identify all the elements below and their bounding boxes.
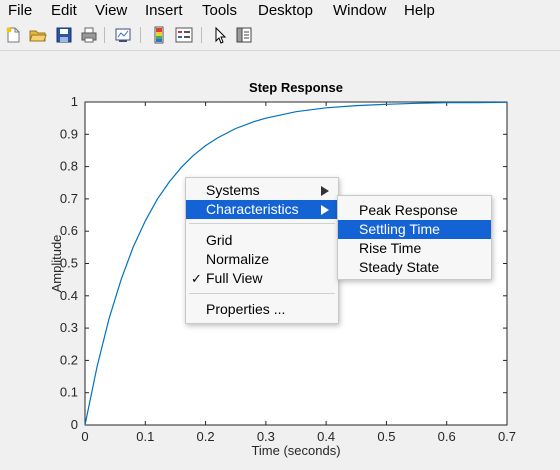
x-tick-label: 0 [81,429,88,444]
x-tick-label: 0.1 [136,429,154,444]
chart-title: Step Response [249,80,343,95]
y-tick-label: 0.8 [60,159,78,174]
submenu-item-label: Steady State [359,259,440,275]
save-icon[interactable] [55,26,73,44]
menu-bar: File Edit View Insert Tools Desktop Wind… [0,0,560,22]
y-tick-label: 0.9 [60,126,78,141]
submenu-item-settling-time[interactable]: Settling Time [338,220,491,239]
figure-area: 0 0.1 0.2 0.3 0.4 0.5 0.6 0.7 0 0.1 0.2 0.3 0.4 0.5 0.… [0,51,560,470]
y-tick-label: 0.2 [60,352,78,367]
submenu-item-label: Peak Response [359,202,458,218]
menu-edit[interactable]: Edit [51,2,77,19]
x-tick-label: 0.5 [377,429,395,444]
menu-item-label: Properties ... [206,301,286,317]
x-tick-label: 0.7 [498,429,516,444]
menu-item-normalize[interactable]: Normalize [186,250,338,269]
x-tick-label: 0.6 [438,429,456,444]
menu-item-characteristics[interactable]: Characteristics [186,200,338,219]
y-tick-label: 0 [71,417,78,432]
x-tick-label: 0.4 [317,429,335,444]
insert-colorbar-icon[interactable] [150,26,168,44]
y-tick-label: 0.1 [60,385,78,400]
y-axis-label: Amplitude [49,235,64,293]
menu-divider [189,223,335,224]
menu-desktop[interactable]: Desktop [258,2,313,19]
menu-divider [189,293,335,294]
toolbar-separator [201,27,202,43]
menu-tools[interactable]: Tools [202,2,237,19]
menu-item-label: Characteristics [206,201,299,217]
property-inspector-icon[interactable] [235,26,253,44]
characteristics-submenu: Peak Response Settling Time Rise Time St… [337,195,492,280]
check-icon: ✓ [191,271,202,286]
menu-item-label: Systems [206,182,260,198]
print-icon[interactable] [80,26,98,44]
submenu-item-steady-state[interactable]: Steady State [338,258,491,277]
menu-item-label: Grid [206,232,233,248]
submenu-item-label: Rise Time [359,240,422,256]
new-figure-icon[interactable] [4,26,22,44]
submenu-arrow-icon [321,205,329,215]
toolbar-separator [140,27,141,43]
link-plot-icon[interactable] [114,26,132,44]
menu-item-systems[interactable]: Systems [186,181,338,200]
open-file-icon[interactable] [29,26,47,44]
x-axis-label: Time (seconds) [251,443,340,458]
menu-item-label: Normalize [206,251,270,267]
insert-legend-icon[interactable] [175,26,193,44]
menu-file[interactable]: File [8,2,32,19]
menu-item-grid[interactable]: Grid [186,231,338,250]
context-menu: Systems Characteristics Grid Normalize ✓… [185,177,339,324]
menu-insert[interactable]: Insert [145,2,183,19]
submenu-item-rise-time[interactable]: Rise Time [338,239,491,258]
submenu-arrow-icon [321,186,329,196]
submenu-item-label: Settling Time [359,221,440,237]
x-tick-label: 0.3 [257,429,275,444]
toolbar-separator [104,27,105,43]
menu-item-full-view[interactable]: ✓ Full View [186,269,338,288]
menu-item-label: Full View [206,270,263,286]
edit-plot-icon[interactable] [211,26,229,44]
toolbar [0,22,560,51]
menu-window[interactable]: Window [333,2,386,19]
x-tick-label: 0.2 [197,429,215,444]
menu-item-properties[interactable]: Properties ... [186,300,338,319]
y-tick-label: 0.7 [60,191,78,206]
submenu-item-peak-response[interactable]: Peak Response [338,201,491,220]
menu-help[interactable]: Help [404,2,435,19]
y-tick-label: 0.3 [60,320,78,335]
menu-view[interactable]: View [95,2,127,19]
y-tick-label: 1 [71,94,78,109]
